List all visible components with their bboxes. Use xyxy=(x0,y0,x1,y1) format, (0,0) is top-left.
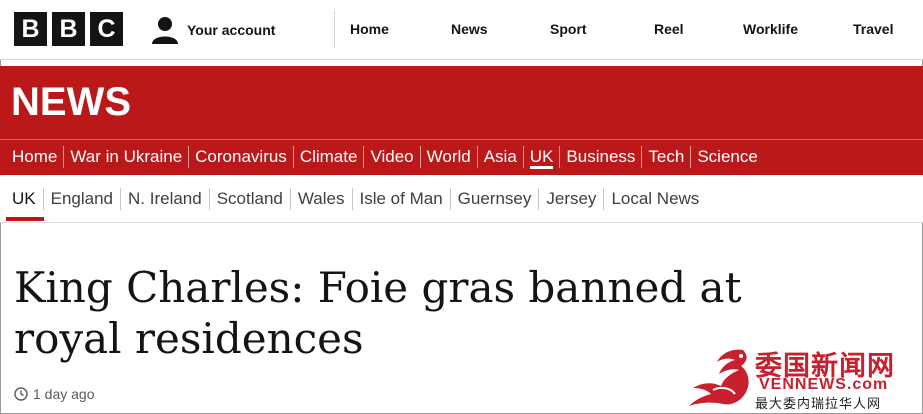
divider xyxy=(188,146,190,168)
divider xyxy=(476,146,478,168)
sub-nav-n-ireland[interactable]: N. Ireland xyxy=(128,187,202,211)
divider xyxy=(522,146,524,168)
sub-nav-wales[interactable]: Wales xyxy=(298,187,345,211)
divider xyxy=(351,188,353,210)
news-nav-tech[interactable]: Tech xyxy=(648,145,684,169)
divider xyxy=(292,146,294,168)
news-nav-coronavirus[interactable]: Coronavirus xyxy=(195,145,287,169)
top-bar: B B C Your account Home News Sport Reel … xyxy=(0,0,923,60)
divider xyxy=(538,188,540,210)
news-nav-science[interactable]: Science xyxy=(697,145,757,169)
news-divider xyxy=(0,139,923,140)
news-nav-climate[interactable]: Climate xyxy=(300,145,358,169)
sub-nav-jersey[interactable]: Jersey xyxy=(546,187,596,211)
divider xyxy=(120,188,122,210)
article-headline: King Charles: Foie gras banned at royal … xyxy=(14,262,794,364)
divider xyxy=(63,146,65,168)
divider xyxy=(603,188,605,210)
top-nav-sport[interactable]: Sport xyxy=(550,21,587,37)
uk-sub-nav: UK England N. Ireland Scotland Wales Isl… xyxy=(12,187,699,211)
top-nav: Home News Sport Reel Worklife Travel xyxy=(334,10,923,48)
logo-letter-b2: B xyxy=(52,12,85,46)
sub-nav-england[interactable]: England xyxy=(51,187,113,211)
logo-letter-c: C xyxy=(90,12,123,46)
news-nav-war-in-ukraine[interactable]: War in Ukraine xyxy=(70,145,182,169)
divider xyxy=(289,188,291,210)
divider xyxy=(363,146,365,168)
top-nav-home[interactable]: Home xyxy=(350,21,389,37)
top-nav-worklife[interactable]: Worklife xyxy=(743,21,798,37)
sub-nav-guernsey[interactable]: Guernsey xyxy=(458,187,532,211)
divider xyxy=(419,146,421,168)
headline-line-2: royal residences xyxy=(14,314,364,363)
news-nav-home[interactable]: Home xyxy=(12,145,57,169)
sub-nav-scotland[interactable]: Scotland xyxy=(217,187,283,211)
account-link[interactable]: Your account xyxy=(152,15,275,45)
sub-nav-local-news[interactable]: Local News xyxy=(611,187,699,211)
divider xyxy=(42,188,44,210)
watermark-tagline: 最大委内瑞拉华人网 xyxy=(755,397,882,412)
divider xyxy=(449,188,451,210)
top-nav-news[interactable]: News xyxy=(451,21,488,37)
divider xyxy=(641,146,643,168)
phoenix-logo-icon xyxy=(689,349,749,406)
article-timestamp: 1 day ago xyxy=(14,386,95,402)
sub-nav-uk[interactable]: UK xyxy=(12,187,36,211)
timestamp-text: 1 day ago xyxy=(33,386,95,402)
active-tab-indicator xyxy=(6,217,44,221)
news-title[interactable]: NEWS xyxy=(11,80,131,124)
account-label: Your account xyxy=(187,22,276,38)
person-icon xyxy=(152,17,178,44)
vennews-watermark: 委国新闻网 VENNEWS.com 最大委内瑞拉华人网 xyxy=(683,344,918,412)
logo-letter-b1: B xyxy=(14,12,47,46)
divider xyxy=(690,146,692,168)
news-nav-uk[interactable]: UK xyxy=(530,145,554,169)
divider xyxy=(559,146,561,168)
headline-line-1: King Charles: Foie gras banned at xyxy=(14,263,742,312)
news-nav: Home War in Ukraine Coronavirus Climate … xyxy=(12,145,758,169)
top-nav-travel[interactable]: Travel xyxy=(853,21,893,37)
news-nav-asia[interactable]: Asia xyxy=(484,145,517,169)
watermark-domain: VENNEWS.com xyxy=(759,376,889,393)
clock-icon xyxy=(14,387,28,401)
sub-nav-isle-of-man[interactable]: Isle of Man xyxy=(360,187,443,211)
news-nav-world[interactable]: World xyxy=(427,145,471,169)
news-nav-business[interactable]: Business xyxy=(566,145,635,169)
divider xyxy=(208,188,210,210)
bbc-logo[interactable]: B B C xyxy=(14,12,123,46)
top-nav-reel[interactable]: Reel xyxy=(654,21,684,37)
news-nav-video[interactable]: Video xyxy=(370,145,413,169)
